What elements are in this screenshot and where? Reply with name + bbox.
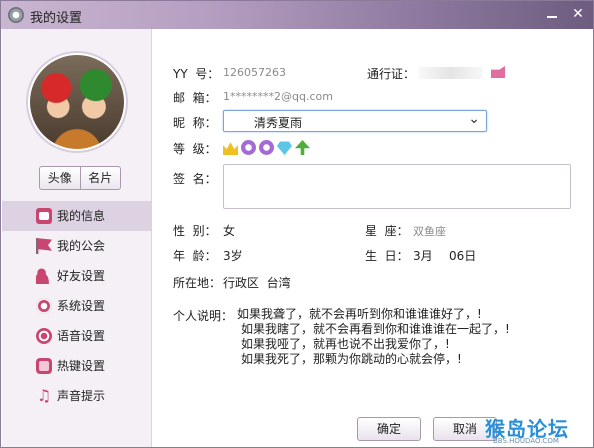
sidebar-item-label: 热键设置 xyxy=(57,359,106,373)
voice-icon xyxy=(36,328,52,344)
sidebar-item-sound-alerts[interactable]: ♫ 声音提示 xyxy=(2,381,151,411)
birthday-label: 生 日： xyxy=(365,249,409,263)
title-bar: 我的设置 ✕ xyxy=(1,1,593,29)
nickname-value: 清秀夏雨 xyxy=(254,116,303,130)
level-badges xyxy=(223,140,310,156)
signature-input[interactable] xyxy=(223,164,571,209)
sidebar-item-label: 语音设置 xyxy=(57,329,106,343)
sidebar-item-my-info[interactable]: 我的信息 xyxy=(2,201,151,231)
sidebar-item-my-guild[interactable]: 我的公会 xyxy=(2,231,151,261)
sidebar-item-label: 我的信息 xyxy=(57,209,106,223)
edit-icon[interactable] xyxy=(491,66,505,78)
passport-value-redacted xyxy=(419,67,483,79)
email-value: 1********2@qq.com xyxy=(223,90,333,103)
settings-menu: 我的信息 我的公会 好友设置 系统设置 语音设置 热键设置 ♫ 声音提示 xyxy=(2,201,151,411)
location-label: 所在地： xyxy=(173,276,222,290)
sidebar-item-label: 我的公会 xyxy=(57,239,106,253)
description-text: 如果我聋了，就不会再听到你和谁谁谁好了，! 如果我瞎了，就不会再看到你和谁谁谁在… xyxy=(237,307,510,367)
email-label: 邮 箱： xyxy=(173,91,217,105)
close-button[interactable]: ✕ xyxy=(567,4,589,24)
age-value: 3岁 xyxy=(223,249,243,263)
friend-settings-icon xyxy=(36,268,52,284)
location-value: 行政区 台湾 xyxy=(223,276,291,290)
tree-icon xyxy=(295,140,310,155)
nickname-dropdown[interactable]: 清秀夏雨 ⌄ xyxy=(223,110,487,132)
avatar-button[interactable]: 头像 xyxy=(40,167,80,189)
hotkey-icon xyxy=(36,358,52,374)
sidebar-item-hotkey-settings[interactable]: 热键设置 xyxy=(2,351,151,381)
photo-button-group: 头像 名片 xyxy=(39,166,121,190)
sidebar-item-label: 声音提示 xyxy=(57,389,106,403)
description-line: 如果我聋了，就不会再听到你和谁谁谁好了，! xyxy=(237,307,482,321)
avatar[interactable] xyxy=(30,55,124,149)
gear-icon xyxy=(36,298,52,314)
sidebar-item-label: 系统设置 xyxy=(57,299,106,313)
flag-icon xyxy=(36,238,52,254)
watermark-logo: 猴岛论坛 BBS.HOUDAO.COM xyxy=(485,413,593,447)
description-line: 如果我哑了，就再也说不出我爱你了，! xyxy=(241,337,450,351)
music-note-icon: ♫ xyxy=(36,386,52,405)
crown-icon xyxy=(223,142,238,155)
zodiac-label: 星 座： xyxy=(365,224,409,238)
moon-icon xyxy=(259,140,274,155)
chevron-down-icon: ⌄ xyxy=(468,111,480,127)
yy-number: 126057263 xyxy=(223,66,286,79)
gender-value: 女 xyxy=(223,224,236,238)
sidebar-item-friend-settings[interactable]: 好友设置 xyxy=(2,261,151,291)
passport-label: 通行证： xyxy=(367,67,416,81)
sidebar: 头像 名片 我的信息 我的公会 好友设置 系统设置 语音设置 热键设置 ♫ 声音… xyxy=(2,29,152,447)
sidebar-item-label: 好友设置 xyxy=(57,269,106,283)
profile-panel: YY 号： 126057263 通行证： 邮 箱： 1********2@qq.… xyxy=(153,29,593,447)
moon-icon xyxy=(241,140,256,155)
minimize-button[interactable] xyxy=(541,4,563,24)
description-line: 如果我死了，那颗为你跳动的心就会停，! xyxy=(241,352,462,366)
birthday-day: 06日 xyxy=(449,249,477,263)
description-label: 个人说明： xyxy=(173,309,234,323)
ok-button[interactable]: 确定 xyxy=(357,417,421,441)
card-button[interactable]: 名片 xyxy=(79,167,121,189)
age-label: 年 龄： xyxy=(173,249,217,263)
window-title: 我的设置 xyxy=(30,11,83,26)
avatar-frame xyxy=(26,51,128,153)
sidebar-item-system-settings[interactable]: 系统设置 xyxy=(2,291,151,321)
signature-label: 签 名： xyxy=(173,172,217,186)
watermark-url: BBS.HOUDAO.COM xyxy=(493,437,559,445)
settings-window: 我的设置 ✕ 头像 名片 我的信息 我的公会 好友设置 系统设置 语音设置 热键… xyxy=(0,0,594,448)
nickname-label: 昵 称： xyxy=(173,116,217,130)
yy-label: YY 号： xyxy=(173,67,220,81)
description-line: 如果我瞎了，就不会再看到你和谁谁谁在一起了，! xyxy=(241,322,510,336)
settings-gear-icon xyxy=(8,7,24,23)
gender-label: 性 别： xyxy=(173,224,217,238)
diamond-icon xyxy=(277,141,292,155)
zodiac-value: 双鱼座 xyxy=(413,225,446,238)
sidebar-item-voice-settings[interactable]: 语音设置 xyxy=(2,321,151,351)
level-label: 等 级： xyxy=(173,142,217,156)
profile-card-icon xyxy=(36,208,52,224)
birthday-month: 3月 xyxy=(413,249,433,263)
